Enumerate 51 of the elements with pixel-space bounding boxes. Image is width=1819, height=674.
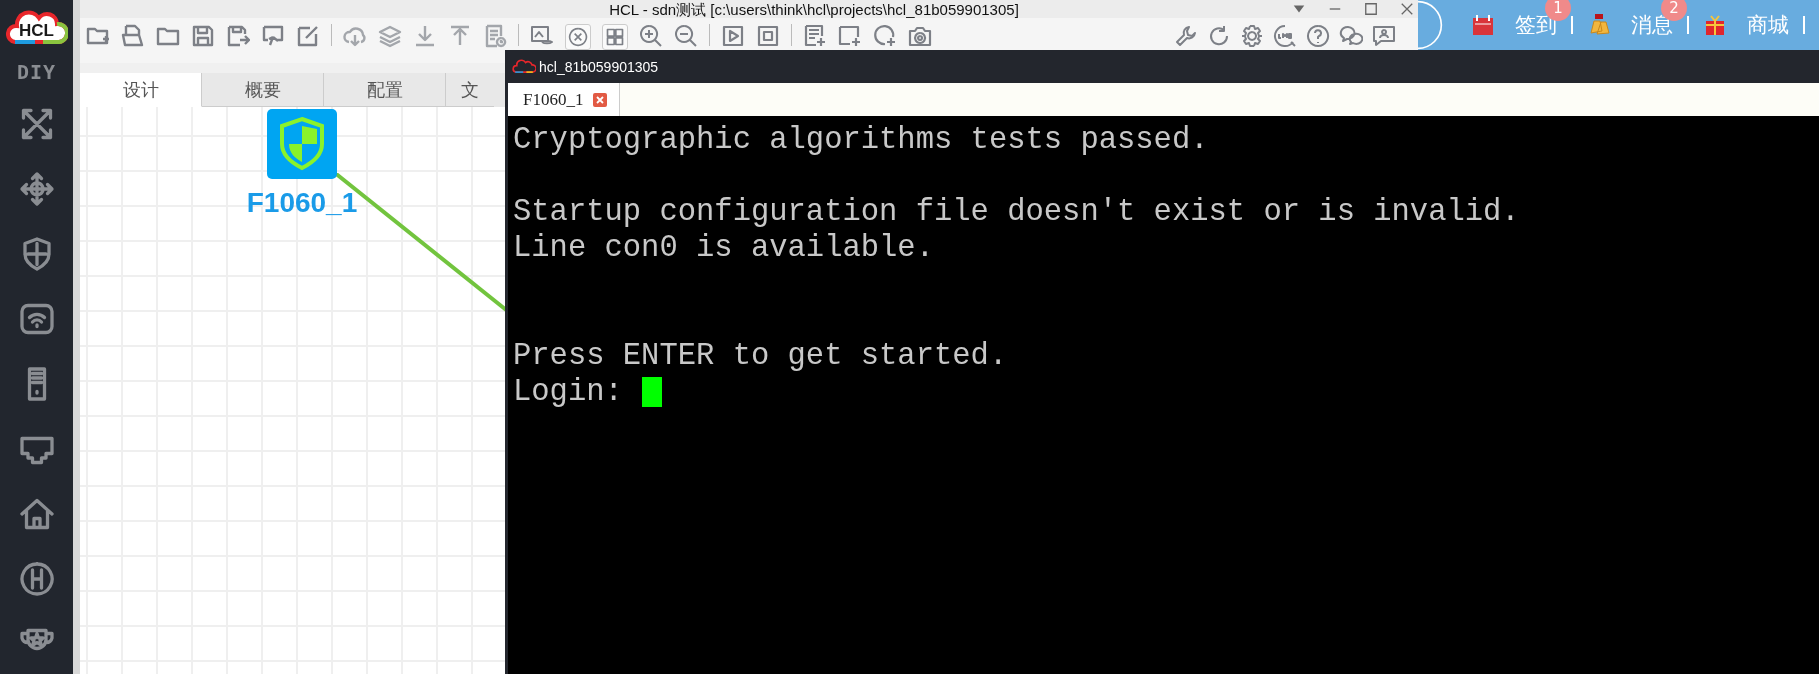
- window-title: HCL - sdn测试 [c:\users\think\hcl\projects\hcl_81b059901305]: [609, 2, 1019, 18]
- firewall-device-icon[interactable]: [267, 109, 337, 179]
- maximize-icon[interactable]: [1364, 2, 1378, 16]
- settings-icon[interactable]: [1240, 24, 1264, 48]
- rectangle-add-icon[interactable]: [838, 24, 862, 48]
- upload-icon[interactable]: [448, 24, 472, 48]
- save-as-icon[interactable]: [226, 24, 250, 48]
- play-icon[interactable]: [721, 24, 745, 48]
- cmd-icon[interactable]: [1273, 24, 1297, 48]
- stop-icon[interactable]: [756, 24, 780, 48]
- refresh-icon[interactable]: [1207, 24, 1231, 48]
- terminal-line: Line con0 is available.: [513, 231, 934, 265]
- save-icon[interactable]: [191, 24, 215, 48]
- close-icon[interactable]: [1400, 2, 1414, 16]
- wifi-icon[interactable]: [18, 301, 55, 337]
- grid-icon[interactable]: [602, 24, 628, 50]
- document-clock-icon[interactable]: [483, 24, 507, 48]
- view-tab[interactable]: 概要: [202, 73, 324, 107]
- cloud-download-icon[interactable]: [343, 24, 367, 48]
- tab-label: F1060_1: [523, 89, 584, 110]
- move-icon[interactable]: [18, 171, 55, 207]
- home-icon[interactable]: [18, 496, 55, 532]
- open-file-icon[interactable]: [121, 24, 145, 48]
- camera-icon[interactable]: [908, 24, 932, 48]
- terminal-line: Startup configuration file doesn't exist or is invalid.: [513, 195, 1520, 229]
- terminal-line: Login:: [513, 375, 623, 409]
- layers-icon[interactable]: [378, 24, 402, 48]
- terminal-line: Press ENTER to get started.: [513, 339, 1008, 373]
- export-icon[interactable]: [261, 24, 285, 48]
- gift-icon[interactable]: [1703, 13, 1727, 37]
- wrench-icon[interactable]: [1174, 24, 1198, 48]
- comment-icon[interactable]: [1372, 24, 1396, 48]
- download-icon[interactable]: [413, 24, 437, 48]
- zoom-out-icon[interactable]: [674, 24, 698, 48]
- cloud-logo-icon: [512, 58, 536, 75]
- terminal-line: Cryptographic algorithms tests passed.: [513, 123, 1209, 157]
- zoom-in-icon[interactable]: [639, 24, 663, 48]
- circle-add-icon[interactable]: [873, 24, 897, 48]
- calendar-icon[interactable]: [1471, 13, 1495, 37]
- view-tab[interactable]: 设计: [80, 73, 202, 107]
- diy-logo[interactable]: DIY: [16, 60, 57, 84]
- console-tab[interactable]: F1060_1: [508, 83, 621, 116]
- bell-icon[interactable]: [1587, 13, 1611, 37]
- edit-icon[interactable]: [296, 24, 320, 48]
- close-icon[interactable]: [593, 92, 608, 107]
- view-tab[interactable]: 配置: [324, 73, 446, 107]
- chat-icon[interactable]: [1339, 24, 1363, 48]
- logo-text: HCL: [19, 21, 54, 41]
- console-title: hcl_81b059901305: [539, 58, 659, 75]
- help-icon[interactable]: [1306, 24, 1330, 48]
- list-add-icon[interactable]: [803, 24, 827, 48]
